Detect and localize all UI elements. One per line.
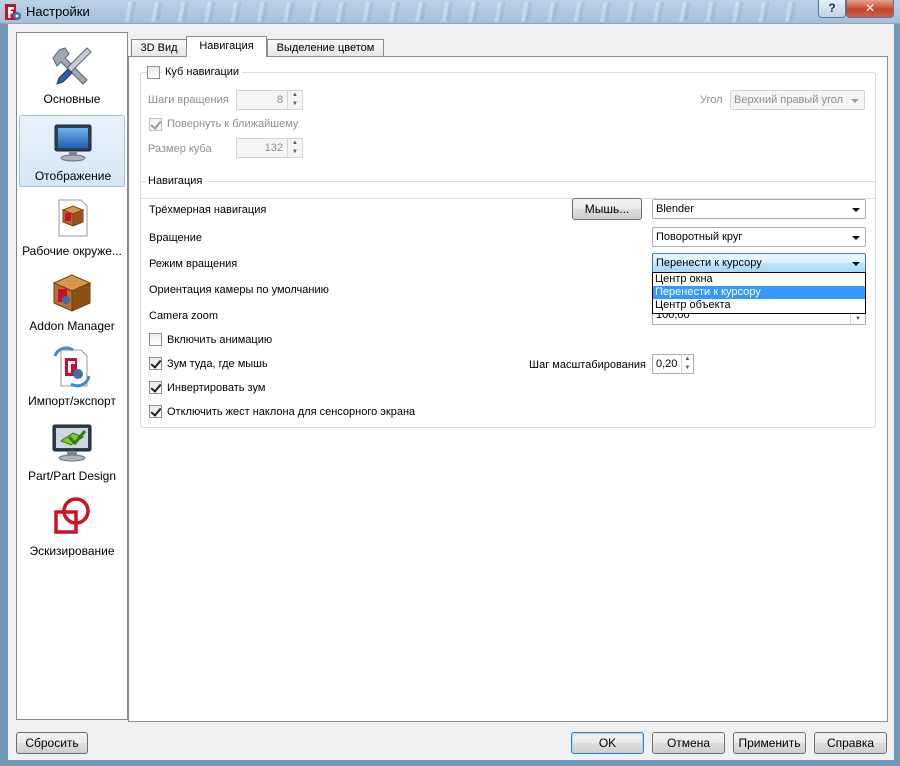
sidebar-item-label: Рабочие окруже... xyxy=(22,244,122,258)
workbench-box-icon xyxy=(58,199,88,237)
reset-button[interactable]: Сбросить xyxy=(16,732,88,754)
invert-zoom-checkbox[interactable] xyxy=(149,381,162,394)
sidebar-item-import-export[interactable]: Импорт/экспорт xyxy=(19,341,125,413)
spin-arrows[interactable]: ▲▼ xyxy=(681,355,693,373)
title-bar[interactable]: Настройки ? ✕ xyxy=(0,0,900,24)
window-title: Настройки xyxy=(26,4,90,19)
chevron-down-icon xyxy=(851,99,859,103)
sidebar-item-label: Отображение xyxy=(34,169,112,183)
spin-up-icon[interactable]: ▲ xyxy=(288,139,302,148)
dropdown-option-highlighted[interactable]: Перенести к курсору xyxy=(653,286,865,299)
rotation-steps-spinbox[interactable]: 8 ▲ ▼ xyxy=(236,90,303,110)
rotation-mode-value: Перенести к курсору xyxy=(656,257,762,269)
sidebar-item-label: Основные xyxy=(43,92,101,106)
zoom-at-cursor-label: Зум туда, где мышь xyxy=(167,358,268,370)
apply-button[interactable]: Применить xyxy=(733,732,806,754)
import-export-icon xyxy=(53,346,91,388)
title-close-button[interactable]: ✕ xyxy=(846,0,894,18)
camera-zoom-label: Camera zoom xyxy=(149,310,219,322)
mouse-button[interactable]: Мышь... xyxy=(572,198,642,220)
rotation-value: Поворотный круг xyxy=(656,231,743,243)
addon-box-icon xyxy=(52,274,92,312)
rotation-label: Вращение xyxy=(149,232,202,244)
spin-down-icon[interactable]: ▼ xyxy=(851,315,865,324)
snap-nearest-label: Повернуть к ближайшему xyxy=(167,118,299,130)
tab-navigation[interactable]: Навигация xyxy=(186,36,267,57)
sidebar-item-sketcher[interactable]: Эскизирование xyxy=(19,491,125,563)
sidebar-item-label: Part/Part Design xyxy=(27,469,117,483)
rotation-mode-dropdown: Центр окна Перенести к курсору Центр объ… xyxy=(652,272,866,314)
spin-up-icon[interactable]: ▲ xyxy=(682,355,693,364)
rotation-steps-label: Шаги вращения xyxy=(148,94,229,106)
navcube-group-title: Куб навигации xyxy=(162,66,243,78)
wrench-screwdriver-icon xyxy=(52,47,92,85)
snap-nearest-checkbox[interactable] xyxy=(149,118,162,131)
enable-animation-label: Включить анимацию xyxy=(167,334,273,346)
disable-tilt-checkbox[interactable] xyxy=(149,405,162,418)
spin-arrows[interactable]: ▲▼ xyxy=(287,139,302,157)
sidebar-item-label: Addon Manager xyxy=(29,319,115,333)
spin-up-icon[interactable]: ▲ xyxy=(288,91,302,100)
tab-3d-view[interactable]: 3D Вид xyxy=(131,39,187,57)
chevron-down-icon xyxy=(852,208,860,212)
rotation-mode-combo[interactable]: Перенести к курсору xyxy=(652,253,866,273)
cube-size-value: 132 xyxy=(264,142,283,154)
corner-value: Верхний правый угол xyxy=(734,94,844,106)
nav3d-value: Blender xyxy=(656,203,694,215)
monitor-icon xyxy=(54,124,92,162)
disable-tilt-label: Отключить жест наклона для сенсорного эк… xyxy=(167,406,416,418)
sidebar-item-label: Эскизирование xyxy=(29,544,115,558)
rotation-mode-label: Режим вращения xyxy=(149,258,238,270)
help-button[interactable]: Справка xyxy=(814,732,887,754)
ok-button[interactable]: OK xyxy=(571,732,644,754)
spin-down-icon[interactable]: ▼ xyxy=(288,148,302,157)
nav3d-label: Трёхмерная навигация xyxy=(149,204,267,216)
navcube-checkbox[interactable] xyxy=(147,66,160,79)
invert-zoom-label: Инвертировать зум xyxy=(167,382,266,394)
corner-combo[interactable]: Верхний правый угол xyxy=(730,90,865,110)
zoom-step-spinbox[interactable]: 0,20 ▲ ▼ xyxy=(652,354,694,374)
zoom-step-value: 0,20 xyxy=(656,358,678,370)
navigation-group-title: Навигация xyxy=(145,175,206,187)
dropdown-option[interactable]: Центр объекта xyxy=(653,299,865,312)
sidebar-item-label: Импорт/экспорт xyxy=(28,394,116,408)
sidebar-item-part-design[interactable]: Part/Part Design xyxy=(19,416,125,488)
cube-size-label: Размер куба xyxy=(148,143,212,155)
sketcher-icon xyxy=(54,497,90,534)
chevron-down-icon xyxy=(852,262,860,266)
sidebar-item-workbenches[interactable]: Рабочие окруже... xyxy=(19,191,125,263)
spin-arrows[interactable]: ▲▼ xyxy=(287,91,302,109)
zoom-at-cursor-checkbox[interactable] xyxy=(149,357,162,370)
category-sidebar: Основные Отображение Рабочие окруже... A… xyxy=(16,32,128,720)
camera-orientation-label: Ориентация камеры по умолчанию xyxy=(149,284,329,296)
nav3d-combo[interactable]: Blender xyxy=(652,199,866,219)
enable-animation-checkbox[interactable] xyxy=(149,333,162,346)
spin-down-icon[interactable]: ▼ xyxy=(288,100,302,109)
rotation-steps-value: 8 xyxy=(276,94,283,106)
tab-color-highlight[interactable]: Выделение цветом xyxy=(267,39,384,57)
cube-size-spinbox[interactable]: 132 ▲ ▼ xyxy=(236,138,303,158)
part-design-icon xyxy=(52,424,92,462)
sidebar-item-general[interactable]: Основные xyxy=(19,39,125,111)
freecad-app-icon xyxy=(5,4,21,20)
rotation-combo[interactable]: Поворотный круг xyxy=(652,227,866,247)
navigation-tab-page: Куб навигации Шаги вращения 8 ▲ ▼ Поверну… xyxy=(128,56,888,722)
dropdown-option[interactable]: Центр окна xyxy=(653,273,865,286)
chevron-down-icon xyxy=(852,236,860,240)
title-bar-decoration xyxy=(110,2,800,22)
zoom-step-label: Шаг масштабирования xyxy=(529,359,646,371)
spin-down-icon[interactable]: ▼ xyxy=(682,364,693,373)
corner-label: Угол xyxy=(700,94,723,106)
dialog-client-area: Основные Отображение Рабочие окруже... A… xyxy=(8,24,894,760)
cancel-button[interactable]: Отмена xyxy=(652,732,725,754)
sidebar-item-display[interactable]: Отображение xyxy=(19,115,125,187)
title-help-button[interactable]: ? xyxy=(818,0,846,18)
sidebar-item-addon-manager[interactable]: Addon Manager xyxy=(19,266,125,338)
